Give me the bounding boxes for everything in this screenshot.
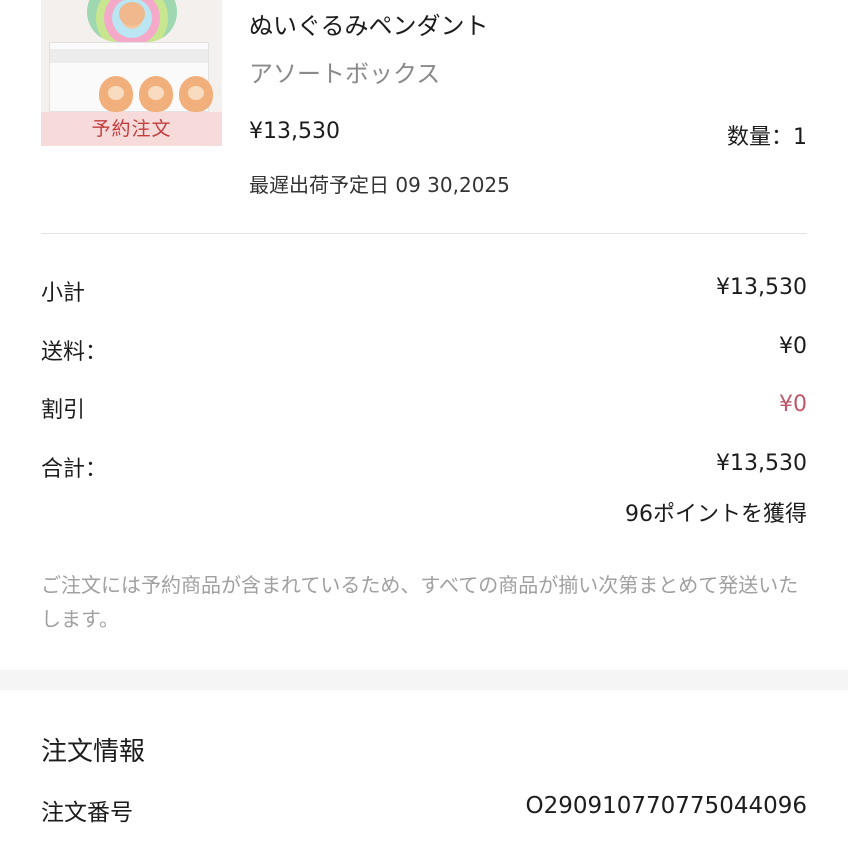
plush-toy: [139, 76, 173, 112]
points-earned: 96ポイントを獲得: [625, 502, 807, 527]
order-info-title: 注文情報: [41, 737, 146, 767]
product-variant: アソートボックス: [249, 60, 441, 88]
shipping-notice: ご注文には予約商品が含まれているため、すべての商品が揃い次第まとめて発送いたしま…: [41, 573, 799, 631]
product-name[interactable]: ぬいぐるみペンダント: [249, 6, 489, 41]
discount-label: 割引: [41, 398, 86, 423]
discount-value: ¥0: [779, 392, 807, 417]
ship-date: 最遅出荷予定日 09 30,2025: [249, 173, 510, 197]
total-label: 合計：: [41, 457, 108, 482]
order-number-row: 注文番号 O290910770775044096: [41, 793, 807, 827]
product-quantity: 数量：1: [727, 125, 807, 150]
subtotal-row: 小計 ¥13,530: [41, 275, 807, 307]
shipping-row: 送料： ¥0: [41, 334, 807, 366]
order-number-value[interactable]: O290910770775044096: [525, 793, 807, 819]
product-price: ¥13,530: [249, 119, 340, 144]
character-face: [119, 2, 145, 26]
plush-toy: [99, 76, 133, 112]
section-separator: [0, 670, 848, 690]
discount-row: 割引 ¥0: [41, 392, 807, 424]
total-row: 合計： ¥13,530: [41, 451, 807, 483]
shipping-label: 送料：: [41, 340, 108, 365]
subtotal-value: ¥13,530: [716, 275, 807, 300]
shipping-value: ¥0: [779, 334, 807, 359]
divider: [41, 233, 807, 234]
order-number-label: 注文番号: [41, 800, 133, 826]
subtotal-label: 小計: [41, 281, 86, 306]
product-image[interactable]: 予約注文: [41, 0, 222, 146]
plush-toy: [179, 76, 213, 112]
total-value: ¥13,530: [716, 451, 807, 476]
preorder-badge: 予約注文: [41, 112, 222, 146]
